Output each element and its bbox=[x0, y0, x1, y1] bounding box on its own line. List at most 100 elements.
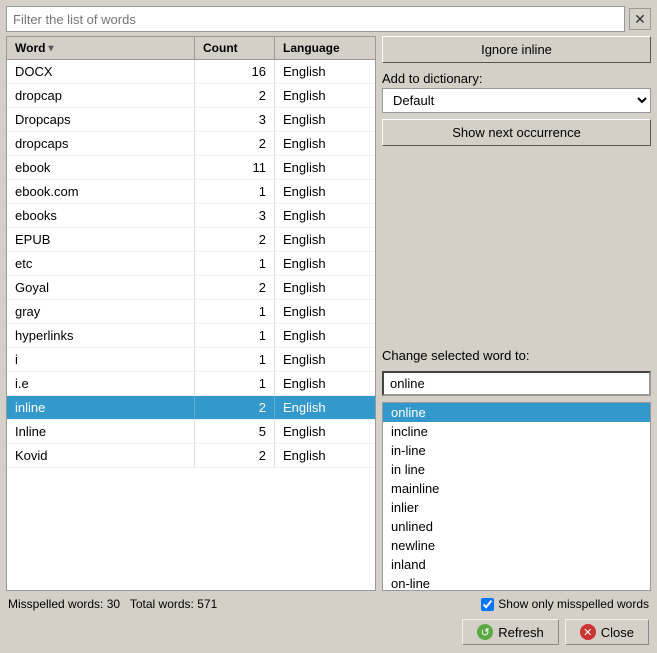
cell-language: English bbox=[275, 108, 375, 131]
cell-word: Goyal bbox=[7, 276, 195, 299]
cell-language: English bbox=[275, 444, 375, 467]
ignore-inline-button[interactable]: Ignore inline bbox=[382, 36, 651, 63]
cell-count: 2 bbox=[195, 444, 275, 467]
add-to-dictionary-label: Add to dictionary: bbox=[382, 69, 651, 88]
cell-word: inline bbox=[7, 396, 195, 419]
refresh-icon: ↺ bbox=[477, 624, 493, 640]
cell-language: English bbox=[275, 252, 375, 275]
add-to-dictionary-section: Add to dictionary: Default Custom User bbox=[382, 69, 651, 113]
show-next-button[interactable]: Show next occurrence bbox=[382, 119, 651, 146]
main-container: ✕ Word ▾ Count Language DOCX 16 bbox=[0, 0, 657, 653]
header-word-label: Word bbox=[15, 41, 45, 55]
cell-language: English bbox=[275, 132, 375, 155]
cell-language: English bbox=[275, 420, 375, 443]
cell-count: 2 bbox=[195, 276, 275, 299]
suggestion-item[interactable]: mainline bbox=[383, 479, 650, 498]
filter-bar: ✕ bbox=[6, 6, 651, 32]
dictionary-select[interactable]: Default Custom User bbox=[382, 88, 651, 113]
change-word-input[interactable] bbox=[382, 371, 651, 396]
table-row[interactable]: inline 2 English bbox=[7, 396, 375, 420]
table-row[interactable]: Dropcaps 3 English bbox=[7, 108, 375, 132]
table-row[interactable]: etc 1 English bbox=[7, 252, 375, 276]
table-row[interactable]: dropcap 2 English bbox=[7, 84, 375, 108]
table-row[interactable]: DOCX 16 English bbox=[7, 60, 375, 84]
close-icon: ✕ bbox=[580, 624, 596, 640]
close-button[interactable]: ✕ Close bbox=[565, 619, 649, 645]
suggestion-item[interactable]: inland bbox=[383, 555, 650, 574]
cell-word: gray bbox=[7, 300, 195, 323]
table-row[interactable]: Inline 5 English bbox=[7, 420, 375, 444]
show-misspelled-label: Show only misspelled words bbox=[498, 597, 649, 611]
cell-word: ebook bbox=[7, 156, 195, 179]
table-row[interactable]: Goyal 2 English bbox=[7, 276, 375, 300]
suggestions-list[interactable]: onlineinclinein-linein linemainlineinlie… bbox=[382, 402, 651, 592]
cell-count: 2 bbox=[195, 396, 275, 419]
filter-clear-button[interactable]: ✕ bbox=[629, 8, 651, 30]
table-row[interactable]: ebook.com 1 English bbox=[7, 180, 375, 204]
cell-language: English bbox=[275, 324, 375, 347]
suggestion-item[interactable]: in-line bbox=[383, 441, 650, 460]
misspelled-status: Misspelled words: 30 Total words: 571 bbox=[8, 597, 475, 611]
cell-count: 1 bbox=[195, 348, 275, 371]
cell-word: hyperlinks bbox=[7, 324, 195, 347]
filter-input[interactable] bbox=[6, 6, 625, 32]
suggestion-item[interactable]: inlier bbox=[383, 498, 650, 517]
cell-word: Dropcaps bbox=[7, 108, 195, 131]
header-language-label: Language bbox=[283, 41, 340, 55]
close-label: Close bbox=[601, 625, 634, 640]
cell-language: English bbox=[275, 300, 375, 323]
cell-count: 11 bbox=[195, 156, 275, 179]
table-row[interactable]: EPUB 2 English bbox=[7, 228, 375, 252]
suggestion-item[interactable]: unlined bbox=[383, 517, 650, 536]
cell-language: English bbox=[275, 396, 375, 419]
cell-word: i bbox=[7, 348, 195, 371]
cell-language: English bbox=[275, 204, 375, 227]
suggestion-item[interactable]: on-line bbox=[383, 574, 650, 592]
table-row[interactable]: ebook 11 English bbox=[7, 156, 375, 180]
suggestion-item[interactable]: online bbox=[383, 403, 650, 422]
table-row[interactable]: dropcaps 2 English bbox=[7, 132, 375, 156]
sort-icon: ▾ bbox=[48, 43, 53, 54]
cell-word: Kovid bbox=[7, 444, 195, 467]
table-row[interactable]: hyperlinks 1 English bbox=[7, 324, 375, 348]
table-row[interactable]: ebooks 3 English bbox=[7, 204, 375, 228]
cell-count: 1 bbox=[195, 300, 275, 323]
cell-count: 1 bbox=[195, 324, 275, 347]
content-area: Word ▾ Count Language DOCX 16 English dr… bbox=[6, 36, 651, 591]
header-count-label: Count bbox=[203, 41, 238, 55]
cell-word: DOCX bbox=[7, 60, 195, 83]
word-list-body[interactable]: DOCX 16 English dropcap 2 English Dropca… bbox=[7, 60, 375, 590]
cell-count: 5 bbox=[195, 420, 275, 443]
cell-word: etc bbox=[7, 252, 195, 275]
cell-count: 1 bbox=[195, 372, 275, 395]
table-row[interactable]: i.e 1 English bbox=[7, 372, 375, 396]
suggestion-item[interactable]: in line bbox=[383, 460, 650, 479]
cell-word: ebook.com bbox=[7, 180, 195, 203]
cell-word: EPUB bbox=[7, 228, 195, 251]
header-word: Word ▾ bbox=[7, 37, 195, 59]
cell-count: 2 bbox=[195, 132, 275, 155]
cell-language: English bbox=[275, 276, 375, 299]
cell-count: 3 bbox=[195, 108, 275, 131]
cell-count: 2 bbox=[195, 228, 275, 251]
spacer bbox=[382, 152, 651, 340]
header-language: Language bbox=[275, 37, 375, 59]
refresh-button[interactable]: ↺ Refresh bbox=[462, 619, 559, 645]
cell-language: English bbox=[275, 156, 375, 179]
bottom-buttons: ↺ Refresh ✕ Close bbox=[6, 617, 651, 647]
cell-word: i.e bbox=[7, 372, 195, 395]
suggestion-item[interactable]: newline bbox=[383, 536, 650, 555]
cell-word: ebooks bbox=[7, 204, 195, 227]
table-row[interactable]: i 1 English bbox=[7, 348, 375, 372]
cell-language: English bbox=[275, 372, 375, 395]
cell-language: English bbox=[275, 84, 375, 107]
table-row[interactable]: gray 1 English bbox=[7, 300, 375, 324]
cell-word: dropcaps bbox=[7, 132, 195, 155]
cell-language: English bbox=[275, 180, 375, 203]
suggestion-item[interactable]: incline bbox=[383, 422, 650, 441]
table-row[interactable]: Kovid 2 English bbox=[7, 444, 375, 468]
word-list-header: Word ▾ Count Language bbox=[7, 37, 375, 60]
refresh-label: Refresh bbox=[498, 625, 544, 640]
header-count: Count bbox=[195, 37, 275, 59]
show-misspelled-checkbox[interactable] bbox=[481, 598, 494, 611]
